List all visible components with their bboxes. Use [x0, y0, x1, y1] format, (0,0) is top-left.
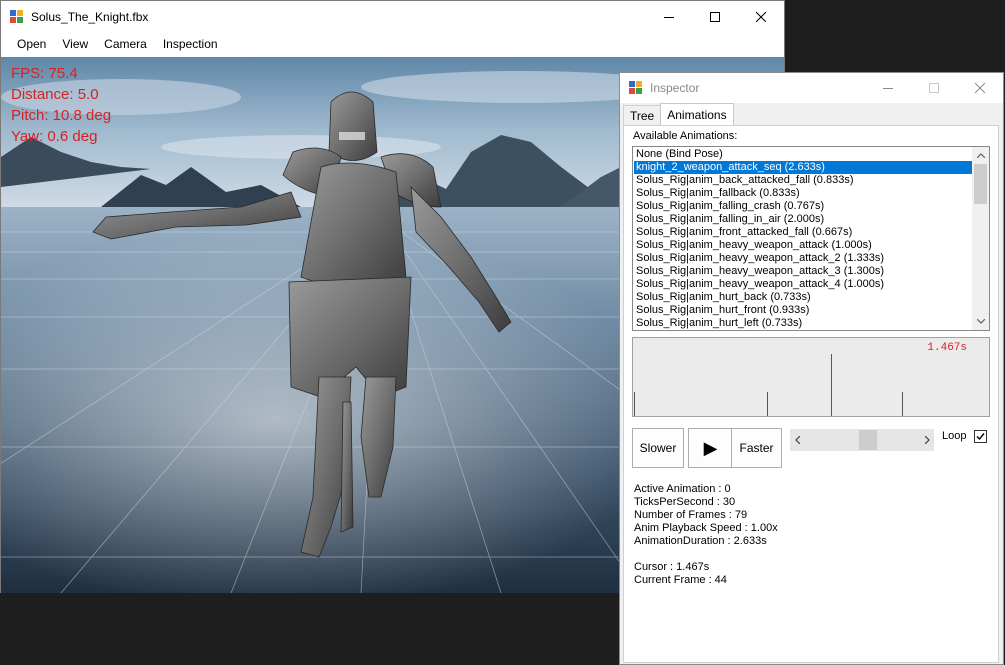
maximize-button[interactable] — [692, 1, 738, 32]
menu-camera[interactable]: Camera — [96, 32, 155, 57]
info-line: Active Animation : 0 — [634, 483, 731, 495]
animation-list-item[interactable]: Solus_Rig|anim_falling_crash (0.767s) — [634, 200, 972, 213]
animation-list-item[interactable]: None (Bind Pose) — [634, 148, 972, 161]
inspector-title: Inspector — [650, 81, 700, 95]
menu-view[interactable]: View — [54, 32, 96, 57]
cursor-info: Cursor : 1.467s Current Frame : 44 — [634, 561, 727, 587]
current-frame: Current Frame : 44 — [634, 574, 727, 586]
animation-list-item[interactable]: Solus_Rig|anim_heavy_weapon_attack_4 (1.… — [634, 278, 972, 291]
animation-list-item[interactable]: Solus_Rig|anim_hurt_left (0.733s) — [634, 317, 972, 330]
slower-button[interactable]: Slower — [632, 428, 684, 468]
animation-list-item[interactable]: Solus_Rig|anim_hurt_front (0.933s) — [634, 304, 972, 317]
yaw-readout: Yaw: 0.6 deg — [11, 128, 98, 145]
animation-list-item[interactable]: Solus_Rig|anim_hurt_back (0.733s) — [634, 291, 972, 304]
info-line: TicksPerSecond : 30 — [634, 496, 736, 508]
animation-list-item[interactable]: Solus_Rig|anim_heavy_weapon_attack_3 (1.… — [634, 265, 972, 278]
info-line: Anim Playback Speed : 1.00x — [634, 522, 778, 534]
info-line: Number of Frames : 79 — [634, 509, 748, 521]
inspector-app-icon — [629, 81, 643, 95]
speed-slider-thumb[interactable] — [859, 430, 877, 450]
animation-timeline[interactable]: 1.467s — [632, 337, 990, 417]
tab-animations[interactable]: Animations — [660, 103, 734, 126]
play-button[interactable]: ▶ — [688, 428, 733, 468]
animation-list-item[interactable]: Solus_Rig|anim_fallback (0.833s) — [634, 187, 972, 200]
cursor-time: Cursor : 1.467s — [634, 561, 710, 573]
animation-list[interactable]: None (Bind Pose) knight_2_weapon_attack_s… — [632, 146, 990, 331]
close-button[interactable] — [738, 1, 784, 32]
pitch-readout: Pitch: 10.8 deg — [11, 107, 112, 124]
minimize-button[interactable] — [646, 1, 692, 32]
animation-info: Active Animation : 0 TicksPerSecond : 30… — [634, 483, 778, 548]
menu-bar: Open View Camera Inspection — [1, 32, 784, 58]
available-animations-label: Available Animations: — [633, 130, 738, 142]
tab-tree[interactable]: Tree — [623, 105, 662, 126]
scroll-down-icon[interactable] — [972, 313, 989, 330]
menu-inspection[interactable]: Inspection — [155, 32, 226, 57]
animation-list-item[interactable]: Solus_Rig|anim_front_attacked_fall (0.66… — [634, 226, 972, 239]
animations-tab-page: Available Animations: None (Bind Pose) kn… — [623, 125, 999, 663]
fps-readout: FPS: 75.4 — [11, 65, 78, 82]
distance-readout: Distance: 5.0 — [11, 86, 99, 103]
scroll-up-icon[interactable] — [972, 147, 989, 164]
inspector-close-button[interactable] — [957, 73, 1003, 103]
play-icon: ▶ — [703, 437, 718, 458]
list-scrollbar[interactable] — [972, 147, 989, 330]
inspector-minimize-button[interactable] — [865, 73, 911, 103]
timeline-tick — [767, 392, 768, 416]
inspector-titlebar[interactable]: Inspector — [620, 73, 1003, 103]
timeline-cursor[interactable] — [831, 354, 832, 416]
faster-button[interactable]: Faster — [731, 428, 782, 468]
animation-list-item[interactable]: Solus_Rig|anim_falling_in_air (2.000s) — [634, 213, 972, 226]
viewer-titlebar[interactable]: Solus_The_Knight.fbx — [1, 1, 784, 32]
timeline-tick — [902, 392, 903, 416]
animation-list-item[interactable]: Solus_Rig|anim_back_attacked_fall (0.833… — [634, 174, 972, 187]
timeline-tick — [634, 392, 635, 416]
chevron-left-icon[interactable] — [790, 429, 804, 451]
inspector-tabs: Tree Animations — [623, 103, 734, 126]
animation-list-item[interactable]: knight_2_weapon_attack_seq (2.633s) — [634, 161, 972, 174]
animation-list-item[interactable]: Solus_Rig|anim_heavy_weapon_attack_2 (1.… — [634, 252, 972, 265]
chevron-right-icon[interactable] — [920, 429, 934, 451]
window-title: Solus_The_Knight.fbx — [31, 9, 149, 24]
inspector-window: Inspector Tree Animations Available Anim… — [619, 72, 1004, 665]
speed-slider[interactable] — [790, 429, 934, 451]
animation-list-item[interactable]: Solus_Rig|anim_heavy_weapon_attack (1.00… — [634, 239, 972, 252]
info-line: AnimationDuration : 2.633s — [634, 535, 767, 547]
scroll-thumb[interactable] — [974, 164, 987, 204]
loop-label: Loop — [942, 430, 967, 442]
checkmark-icon — [976, 433, 985, 441]
visor — [339, 132, 365, 140]
loop-checkbox[interactable] — [974, 430, 987, 443]
app-icon — [10, 9, 24, 24]
stats-overlay: FPS: 75.4 Distance: 5.0 Pitch: 10.8 deg … — [11, 63, 111, 147]
inspector-maximize-button[interactable] — [911, 73, 957, 103]
timeline-time: 1.467s — [927, 342, 967, 354]
menu-open[interactable]: Open — [9, 32, 54, 57]
